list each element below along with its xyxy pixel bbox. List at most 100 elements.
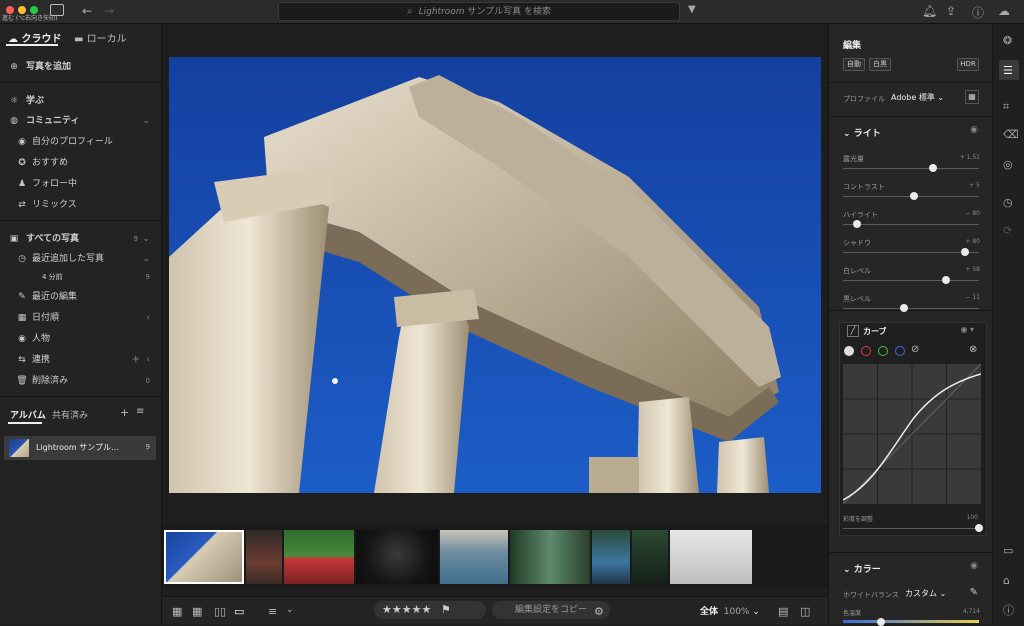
- panel-toggle-icon[interactable]: [50, 4, 64, 16]
- detail-view-icon[interactable]: ▭: [234, 605, 244, 618]
- bell-icon[interactable]: 🔔︎: [922, 4, 937, 18]
- tag-icon[interactable]: ⌂: [1003, 574, 1010, 587]
- curve-blue-channel[interactable]: [895, 346, 905, 356]
- add-album-icon[interactable]: +: [120, 406, 129, 419]
- temperature-track[interactable]: [843, 620, 979, 623]
- sidebar-item-profile[interactable]: ◉ 自分のプロフィール: [0, 133, 162, 151]
- cloud-sync-icon[interactable]: ☁: [998, 4, 1010, 18]
- tab-shared[interactable]: 共有済み: [52, 408, 88, 421]
- filmstrip-thumb[interactable]: [440, 530, 508, 584]
- masking-icon[interactable]: ◎: [1003, 158, 1013, 171]
- sidebar-item-learn[interactable]: ☼ 学ぶ: [0, 92, 162, 110]
- chevron-left-icon[interactable]: ‹: [146, 309, 150, 327]
- eyedropper-icon[interactable]: ✎: [970, 587, 978, 598]
- curve-green-channel[interactable]: [878, 346, 888, 356]
- sort-icon[interactable]: ≡: [136, 406, 144, 417]
- crop-icon[interactable]: ⌗: [1003, 100, 1009, 114]
- back-arrow-icon[interactable]: ←: [82, 4, 92, 18]
- hdr-button[interactable]: HDR: [957, 58, 979, 71]
- bw-button[interactable]: 白黒: [869, 58, 891, 71]
- filmstrip-thumb[interactable]: [356, 530, 438, 584]
- parametric-curve-icon[interactable]: ⊘: [911, 344, 919, 355]
- eye-icon[interactable]: ◉ ▾: [960, 325, 974, 334]
- filmstrip-thumb[interactable]: [592, 530, 630, 584]
- help-icon[interactable]: ⓘ: [972, 4, 984, 21]
- slider-value[interactable]: − 80: [965, 210, 980, 217]
- sidebar-item-recent-edits[interactable]: ✎ 最近の編集: [0, 288, 162, 306]
- album-item[interactable]: Lightroom サンプル… 9: [4, 436, 156, 460]
- info-panel-icon[interactable]: ▤: [778, 605, 788, 618]
- healing-icon[interactable]: ⌫: [1003, 128, 1019, 141]
- tone-curve-graph[interactable]: [843, 364, 981, 504]
- slider-track[interactable]: [843, 224, 979, 225]
- sidebar-item-remix[interactable]: ⇄ リミックス: [0, 196, 162, 214]
- tab-local[interactable]: ▬ ローカル: [74, 30, 127, 45]
- slider-value[interactable]: + 5: [969, 182, 980, 189]
- filter-icon[interactable]: ▼: [688, 4, 696, 15]
- curve-saturation-track[interactable]: [843, 528, 979, 529]
- slider-track[interactable]: [843, 308, 979, 309]
- filmstrip-thumb[interactable]: [246, 530, 282, 584]
- forward-arrow-icon[interactable]: →: [104, 4, 114, 18]
- filmstrip-thumb[interactable]: [670, 530, 752, 584]
- sidebar-item-community[interactable]: ◍ コミュニティ ⌄: [0, 112, 162, 130]
- rating-control[interactable]: ★★★★★ ⚑: [374, 601, 486, 619]
- settings-gear-icon[interactable]: ⚙: [594, 605, 604, 618]
- filmstrip-thumb[interactable]: [164, 530, 244, 584]
- sidebar-item-all-photos[interactable]: ▣ すべての写真 9 ⌄: [0, 230, 162, 248]
- star-rating[interactable]: ★★★★★: [382, 603, 431, 616]
- chevron-left-icon[interactable]: ‹: [146, 351, 150, 369]
- slider-knob[interactable]: [942, 276, 951, 284]
- profile-browser-icon[interactable]: ▦: [965, 90, 979, 104]
- target-adjust-icon[interactable]: ⊗: [969, 344, 977, 355]
- tab-cloud[interactable]: ☁ クラウド: [8, 30, 61, 45]
- slider-value[interactable]: + 80: [965, 238, 980, 245]
- slider-value[interactable]: − 11: [965, 294, 980, 301]
- white-balance-dropdown[interactable]: カスタム ⌄: [905, 588, 946, 599]
- info-icon[interactable]: ⓘ: [1003, 602, 1014, 618]
- photo-canvas[interactable]: [169, 57, 821, 493]
- sidebar-item-people[interactable]: ◉ 人物: [0, 330, 162, 348]
- flag-icon[interactable]: ⚑: [441, 603, 451, 616]
- add-plus-icon[interactable]: +: [132, 351, 140, 369]
- chevron-down-icon[interactable]: ⌄: [142, 230, 150, 248]
- slider-track[interactable]: [843, 252, 979, 253]
- curve-red-channel[interactable]: [861, 346, 871, 356]
- grid-large-icon[interactable]: ▦: [192, 605, 202, 618]
- grid-small-icon[interactable]: ▦: [172, 605, 182, 618]
- color-section-header[interactable]: ⌄ カラー: [843, 562, 881, 575]
- share-icon[interactable]: ⇪: [946, 4, 956, 18]
- profile-dropdown[interactable]: Adobe 標準 ⌄: [891, 92, 944, 103]
- sidebar-item-recent-added[interactable]: ◷ 最近追加した写真 ⌄: [0, 250, 162, 268]
- slider-track[interactable]: [843, 168, 979, 169]
- chevron-down-icon[interactable]: ⌄: [142, 250, 150, 268]
- eye-icon[interactable]: ◉: [970, 125, 978, 135]
- slider-value[interactable]: + 1.51: [960, 154, 980, 161]
- filmstrip-thumb[interactable]: [632, 530, 668, 584]
- add-photos-button[interactable]: ⊕ 写真を追加: [0, 58, 162, 76]
- search-input[interactable]: ⌕ Lightroom サンプル写真 を検索: [278, 2, 680, 21]
- temperature-knob[interactable]: [877, 618, 885, 626]
- before-after-icon[interactable]: ◫: [800, 605, 810, 618]
- presets-icon[interactable]: ❂: [1003, 34, 1012, 47]
- slider-knob[interactable]: [961, 248, 970, 256]
- light-section-header[interactable]: ⌄ ライト: [843, 126, 881, 139]
- slider-knob[interactable]: [852, 220, 861, 228]
- tab-albums[interactable]: アルバム: [10, 408, 46, 421]
- eye-icon[interactable]: ◉: [970, 561, 978, 571]
- sidebar-item-by-date[interactable]: ▦ 日付順 ‹: [0, 309, 162, 327]
- chevron-down-icon[interactable]: ⌄: [286, 605, 294, 615]
- sidebar-item-following[interactable]: ♟ フォロー中: [0, 175, 162, 193]
- versions-icon[interactable]: ⟳: [1003, 224, 1012, 237]
- chevron-down-icon[interactable]: ⌄: [142, 112, 150, 130]
- sort-lines-icon[interactable]: ≡: [268, 605, 277, 618]
- sidebar-item-deleted[interactable]: 🗑︎ 削除済み 0: [0, 372, 162, 390]
- curve-rgb-channel[interactable]: [844, 346, 854, 356]
- sidebar-item-recommended[interactable]: ✪ おすすめ: [0, 154, 162, 172]
- compare-icon[interactable]: ▯▯: [214, 605, 226, 618]
- slider-track[interactable]: [843, 280, 979, 281]
- slider-knob[interactable]: [909, 192, 918, 200]
- history-icon[interactable]: ◷: [1003, 196, 1013, 209]
- comments-icon[interactable]: ▭: [1003, 544, 1013, 557]
- edit-sliders-icon[interactable]: ☰: [1003, 64, 1013, 77]
